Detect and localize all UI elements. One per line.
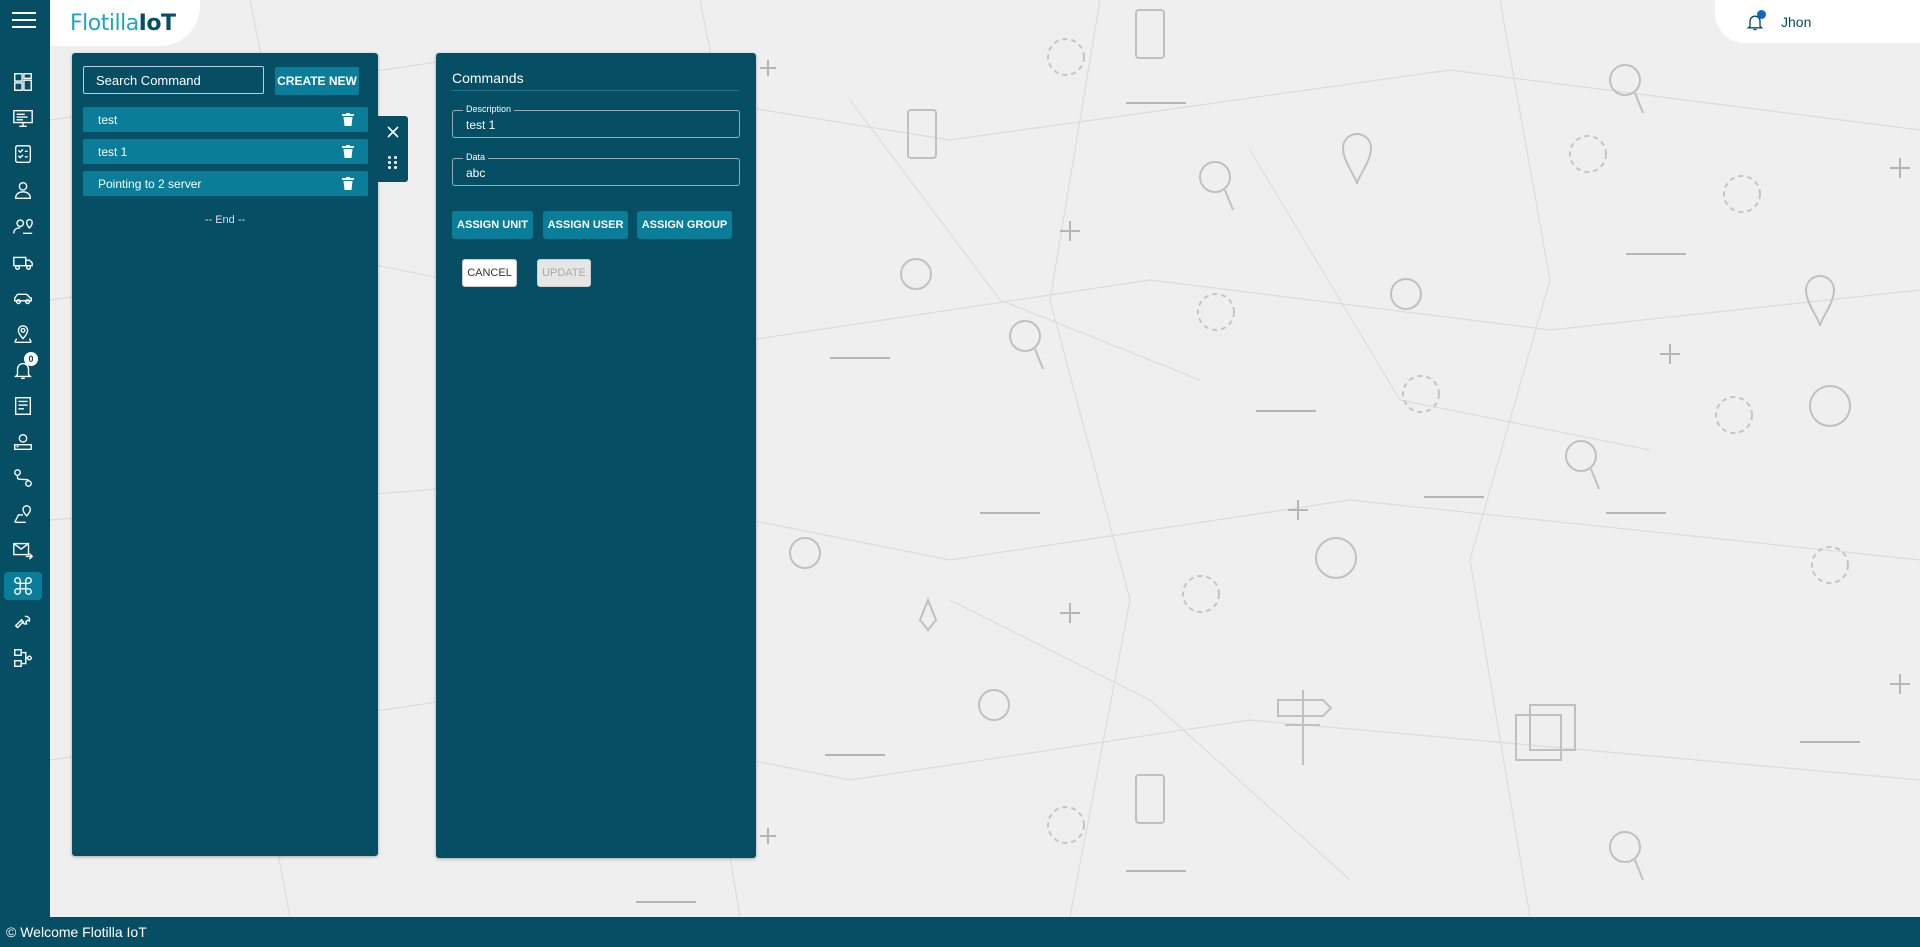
data-label: Data (463, 152, 489, 162)
delete-icon[interactable] (342, 145, 354, 158)
sidebar-item-commands[interactable] (4, 572, 42, 600)
data-value: abc (466, 166, 486, 180)
user-location-icon (13, 218, 33, 235)
report-icon (14, 397, 32, 415)
mail-send-icon (13, 542, 34, 560)
sidebar-item-route-pin[interactable] (4, 500, 42, 528)
description-label: Description (463, 104, 515, 114)
sidebar-item-report[interactable] (4, 392, 42, 420)
sidebar-item-checklist[interactable] (4, 140, 42, 168)
update-button[interactable]: UPDATE (537, 259, 591, 287)
delete-icon[interactable] (342, 113, 354, 126)
sidebar-item-route[interactable] (4, 464, 42, 492)
map-pin-icon (14, 325, 32, 343)
sidebar-item-car[interactable] (4, 284, 42, 312)
command-list-item[interactable]: test 1 (83, 139, 368, 164)
logo-text: FlotillaIoT (70, 10, 176, 36)
command-item-label: test (98, 112, 118, 127)
form-title: Commands (452, 70, 524, 86)
sidebar-item-user[interactable] (4, 176, 42, 204)
assign-unit-button[interactable]: ASSIGN UNIT (452, 211, 533, 239)
sidebar-item-mail-send[interactable] (4, 536, 42, 564)
sidebar-item-workflow[interactable] (4, 644, 42, 672)
truck-icon (13, 256, 33, 271)
dashboard-icon (14, 73, 32, 91)
panel-side-tab (378, 116, 408, 182)
notification-dot (1757, 9, 1766, 19)
sidebar-item-monitor[interactable] (4, 104, 42, 132)
list-end-marker: -- End -- (204, 214, 246, 226)
user-icon (14, 181, 32, 199)
device-user-icon (14, 433, 32, 451)
sidebar-item-dashboard[interactable] (4, 68, 42, 96)
command-list-item[interactable]: test (83, 107, 368, 132)
sidebar: 0 (0, 0, 50, 917)
command-item-label: Pointing to 2 server (98, 176, 202, 191)
command-list-item[interactable]: Pointing to 2 server (83, 171, 368, 196)
command-item-label: test 1 (98, 144, 128, 159)
sidebar-item-settings[interactable] (4, 608, 42, 636)
description-field[interactable]: Description test 1 (452, 104, 740, 138)
command-form-panel: Commands Description test 1 Data abc ASS… (436, 53, 756, 858)
assign-group-button[interactable]: ASSIGN GROUP (637, 211, 732, 239)
hamburger-menu-icon[interactable] (12, 12, 36, 32)
create-new-button[interactable]: CREATE NEW (275, 67, 359, 95)
command-icon (14, 577, 32, 595)
workflow-icon (14, 649, 32, 667)
sidebar-item-user-location[interactable] (4, 212, 42, 240)
car-icon (14, 293, 32, 305)
notification-bell-icon[interactable] (1745, 9, 1766, 32)
drag-handle-icon[interactable] (388, 156, 398, 170)
command-list-panel: CREATE NEW test test 1 Pointing to 2 ser… (72, 53, 378, 856)
delete-icon[interactable] (342, 177, 354, 190)
sidebar-item-map-pin[interactable] (4, 320, 42, 348)
user-name[interactable]: Jhon (1781, 14, 1811, 30)
description-value: test 1 (466, 118, 496, 132)
notification-count-badge: 0 (24, 352, 38, 366)
route-pin-icon (14, 505, 32, 523)
footer: © Welcome Flotilla IoT (0, 917, 1920, 947)
monitor-icon (13, 109, 33, 127)
cancel-button[interactable]: CANCEL (462, 259, 517, 287)
route-icon (14, 469, 32, 487)
sidebar-item-notifications[interactable]: 0 (4, 352, 42, 384)
data-field[interactable]: Data abc (452, 152, 740, 186)
wrench-icon (14, 615, 31, 629)
brand-logo[interactable]: FlotillaIoT (50, 0, 200, 46)
search-command-input[interactable] (83, 66, 264, 94)
close-icon[interactable] (387, 126, 399, 138)
sidebar-item-truck[interactable] (4, 248, 42, 276)
user-header: Jhon (1715, 0, 1920, 43)
divider (452, 90, 739, 91)
checklist-icon (14, 145, 32, 163)
sidebar-item-device-user[interactable] (4, 428, 42, 456)
assign-user-button[interactable]: ASSIGN USER (543, 211, 628, 239)
